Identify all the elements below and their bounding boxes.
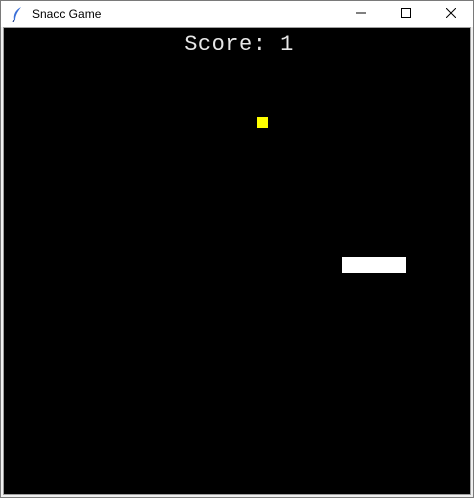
- title-bar[interactable]: Snacc Game: [1, 1, 473, 27]
- snake-segment: [358, 257, 374, 273]
- snake-segment: [342, 257, 358, 273]
- snake-segment: [390, 257, 406, 273]
- close-icon: [445, 5, 456, 23]
- window-controls: [338, 1, 473, 27]
- game-window: Snacc Game Score: 1: [0, 0, 474, 498]
- minimize-icon: [355, 5, 366, 23]
- food-pellet: [257, 117, 268, 128]
- minimize-button[interactable]: [338, 1, 383, 27]
- score-label: Score: 1: [184, 32, 294, 57]
- maximize-icon: [400, 5, 411, 23]
- snake: [342, 257, 406, 273]
- maximize-button[interactable]: [383, 1, 428, 27]
- close-button[interactable]: [428, 1, 473, 27]
- feather-icon: [9, 6, 25, 22]
- window-title: Snacc Game: [32, 7, 102, 21]
- snake-segment: [374, 257, 390, 273]
- game-canvas[interactable]: Score: 1: [3, 27, 471, 495]
